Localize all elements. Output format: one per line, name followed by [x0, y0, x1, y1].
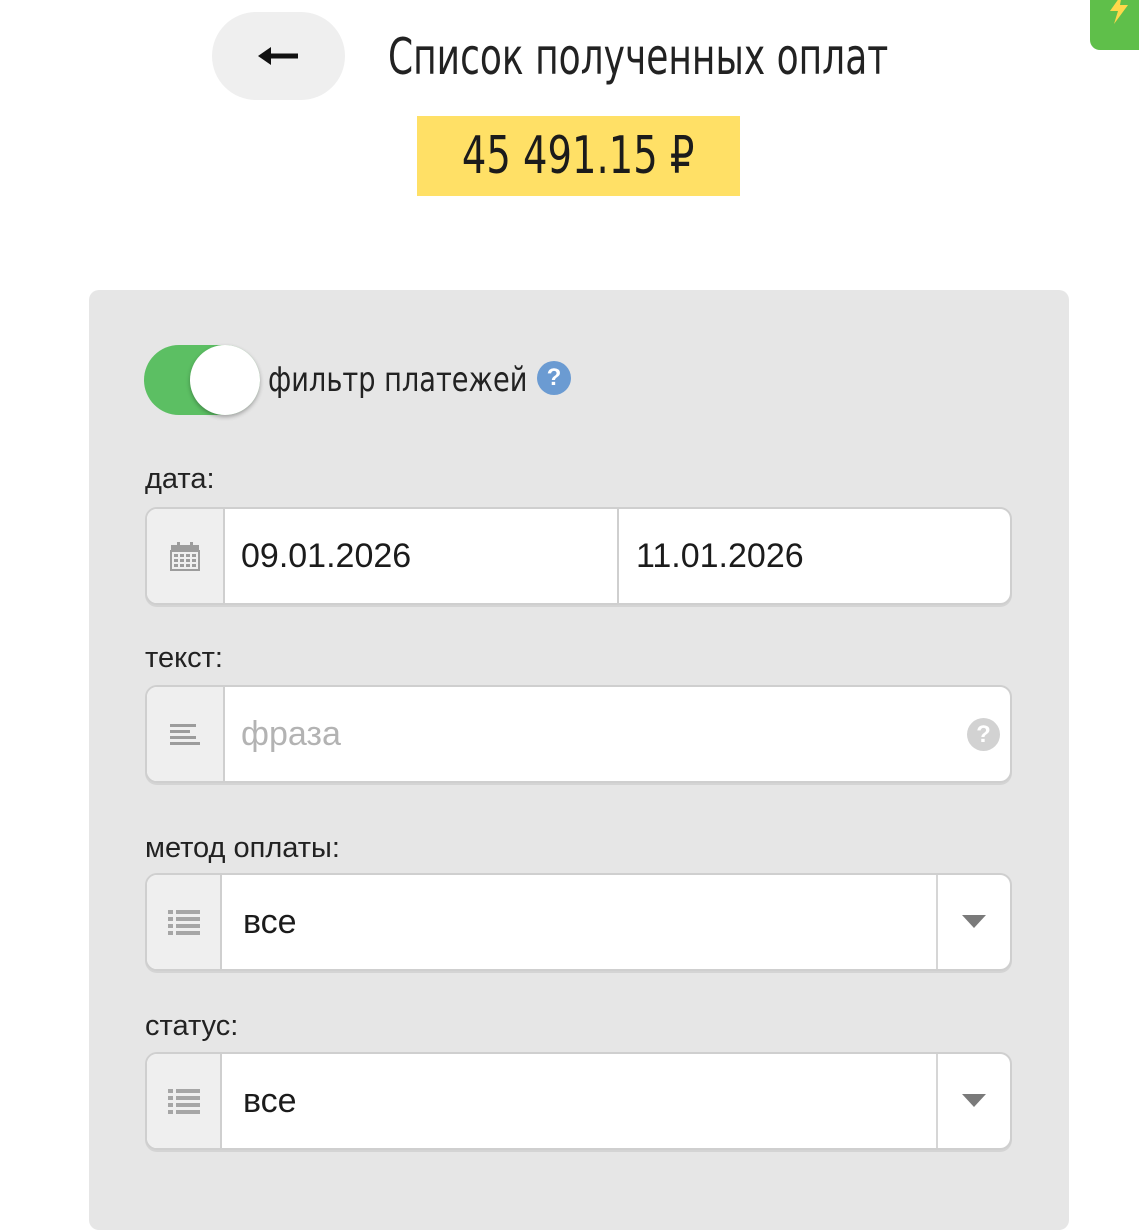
question-circle-icon[interactable]: ?: [967, 718, 1000, 751]
text-field: ?: [145, 685, 1012, 783]
list-icon: [167, 1089, 200, 1114]
list-icon: [167, 910, 200, 935]
payment-method-addon: [147, 875, 222, 969]
status-label: статус:: [145, 1010, 239, 1042]
payment-method-label: метод оплаты:: [145, 832, 340, 864]
date-label: дата:: [145, 463, 215, 495]
back-button[interactable]: [212, 12, 345, 100]
text-label: текст:: [145, 642, 223, 674]
status-addon: [147, 1054, 222, 1148]
date-separator: [617, 509, 619, 603]
date-range-field: 09.01.2026 11.01.2026: [145, 507, 1012, 605]
caret-down-icon: [962, 1094, 986, 1107]
status-value: все: [243, 1081, 297, 1120]
date-from-input[interactable]: 09.01.2026: [241, 509, 411, 603]
date-addon: [147, 509, 225, 603]
search-phrase-input[interactable]: [225, 687, 977, 781]
text-addon: [147, 687, 225, 781]
filter-toggle[interactable]: [144, 345, 260, 415]
status-dropdown-toggle[interactable]: [938, 1054, 1010, 1148]
corner-action-button[interactable]: [1090, 0, 1139, 50]
text-lines-icon: [170, 724, 200, 745]
payment-method-dropdown-toggle[interactable]: [938, 875, 1010, 969]
calendar-icon: [170, 542, 200, 571]
payment-method-value: все: [243, 902, 297, 941]
toggle-knob: [190, 345, 260, 415]
total-amount: 45 491.15 ₽: [462, 126, 695, 186]
date-to-input[interactable]: 11.01.2026: [636, 509, 804, 603]
page-title: Список полученных оплат: [388, 28, 889, 86]
payment-method-select[interactable]: все: [145, 873, 1012, 971]
status-select[interactable]: все: [145, 1052, 1012, 1150]
lightning-icon: [1110, 0, 1128, 24]
caret-down-icon: [962, 915, 986, 928]
question-circle-icon[interactable]: ?: [537, 361, 571, 395]
total-amount-badge: 45 491.15 ₽: [417, 116, 740, 196]
filter-toggle-label: фильтр платежей: [268, 360, 528, 400]
arrow-left-icon: [257, 47, 298, 65]
